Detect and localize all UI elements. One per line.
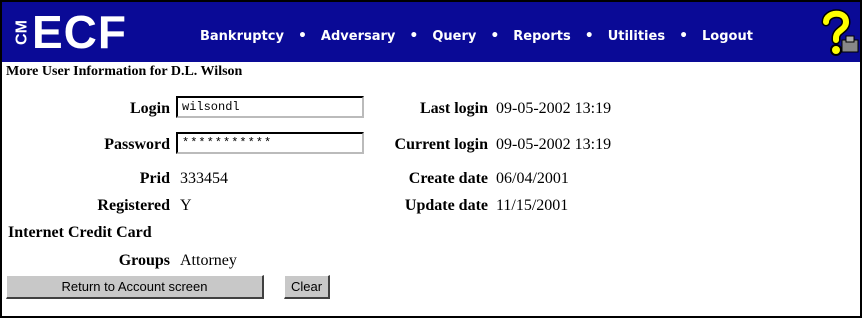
cmecf-logo: CM ECF — [2, 2, 162, 62]
groups-label: Groups — [118, 252, 170, 269]
create-date-value: 06/04/2001 — [496, 170, 569, 187]
menu-separator: • — [584, 28, 594, 44]
menu-separator: • — [409, 28, 419, 44]
menu-separator: • — [490, 28, 500, 44]
update-date-value: 11/15/2001 — [496, 197, 569, 214]
menu-adversary[interactable]: Adversary — [321, 29, 395, 44]
clear-button[interactable]: Clear — [284, 275, 330, 299]
registered-value: Y — [180, 197, 192, 214]
logo-cm-text: CM — [13, 20, 31, 45]
update-date-label: Update date — [404, 197, 488, 214]
login-label: Login — [129, 100, 170, 117]
menu-bankruptcy[interactable]: Bankruptcy — [200, 29, 284, 44]
menu-utilities[interactable]: Utilities — [608, 29, 665, 44]
menu-separator: • — [297, 28, 307, 44]
menu-reports[interactable]: Reports — [513, 29, 570, 44]
menu-separator: • — [679, 28, 689, 44]
internet-credit-card-label: Internet Credit Card — [8, 224, 152, 241]
help-question-icon[interactable] — [812, 6, 860, 58]
login-input[interactable]: wilsondl — [176, 96, 364, 118]
current-login-label: Current login — [394, 136, 488, 153]
return-to-account-button[interactable]: Return to Account screen — [6, 275, 264, 299]
registered-label: Registered — [97, 197, 170, 214]
main-menu: Bankruptcy • Adversary • Query • Reports… — [200, 24, 753, 48]
menu-query[interactable]: Query — [432, 29, 476, 44]
last-login-label: Last login — [419, 100, 488, 117]
current-login-value: 09-05-2002 13:19 — [496, 136, 612, 153]
last-login-value: 09-05-2002 13:19 — [496, 100, 612, 117]
groups-value: Attorney — [180, 252, 237, 269]
prid-label: Prid — [139, 170, 170, 187]
prid-value: 333454 — [180, 170, 228, 187]
page-title: More User Information for D.L. Wilson — [6, 64, 243, 79]
create-date-label: Create date — [408, 170, 488, 187]
menu-logout[interactable]: Logout — [702, 29, 753, 44]
password-input[interactable]: *********** — [176, 132, 364, 154]
logo-ecf-text: ECF — [32, 6, 127, 58]
password-label: Password — [104, 136, 170, 153]
